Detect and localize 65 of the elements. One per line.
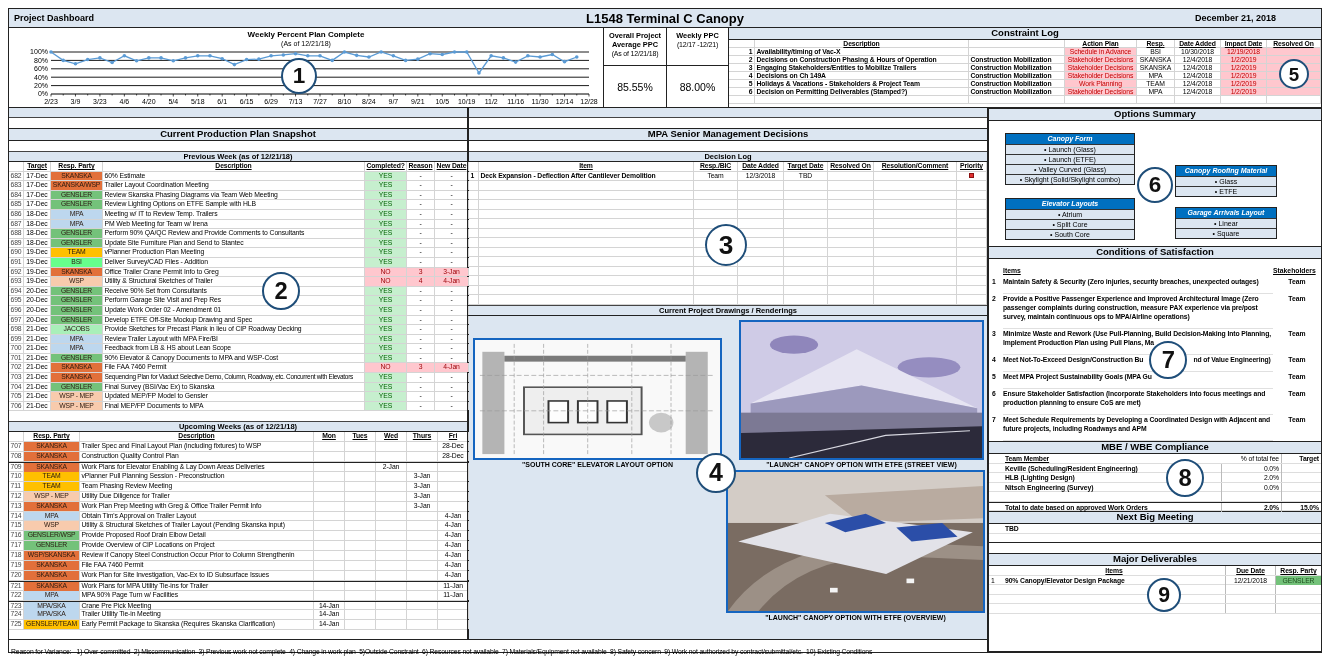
data-point bbox=[208, 54, 212, 58]
section-header: Conditions of Satisfaction bbox=[989, 246, 1321, 259]
section-header: Options Summary bbox=[989, 108, 1321, 121]
dashboard-label: Project Dashboard bbox=[14, 13, 96, 23]
data-point bbox=[73, 61, 78, 66]
callout-number: 1 bbox=[281, 58, 317, 94]
data-point bbox=[281, 53, 286, 57]
data-point bbox=[403, 58, 408, 63]
data-point bbox=[61, 58, 66, 63]
data-point bbox=[183, 56, 188, 60]
data-point bbox=[134, 59, 139, 63]
section-header: Major Deliverables bbox=[989, 553, 1321, 567]
data-point bbox=[428, 51, 432, 56]
section-header: Current Production Plan Snapshot bbox=[9, 128, 467, 141]
data-point bbox=[416, 57, 420, 61]
data-point bbox=[195, 54, 200, 58]
section-header: Next Big Meeting bbox=[989, 511, 1321, 525]
data-point bbox=[391, 54, 396, 58]
data-point bbox=[244, 57, 249, 62]
data-point bbox=[122, 54, 127, 58]
report-date: December 21, 2018 bbox=[1194, 13, 1276, 23]
callout-number: 4 bbox=[696, 452, 736, 493]
data-point bbox=[440, 52, 445, 57]
data-point bbox=[220, 56, 224, 61]
section-header: MBE / WBE Compliance bbox=[989, 441, 1321, 455]
data-point bbox=[477, 71, 481, 75]
data-point bbox=[159, 56, 163, 60]
metric-value: 88.00% bbox=[679, 80, 716, 93]
data-point bbox=[574, 55, 579, 59]
data-point bbox=[489, 54, 493, 58]
data-point bbox=[342, 50, 347, 54]
data-point bbox=[305, 54, 310, 58]
data-point bbox=[269, 54, 273, 58]
data-point bbox=[49, 50, 53, 54]
callout-number: 8 bbox=[1166, 459, 1204, 498]
data-point bbox=[85, 57, 90, 62]
metric-value: 85.55% bbox=[617, 80, 653, 93]
data-point bbox=[293, 51, 298, 56]
data-point bbox=[330, 58, 335, 63]
chart-title: Weekly Percent Plan Complete bbox=[247, 30, 365, 39]
data-point bbox=[318, 54, 322, 58]
data-point bbox=[367, 55, 371, 59]
section-header: Constraint Log bbox=[729, 28, 1321, 40]
callout-number: 2 bbox=[262, 272, 300, 310]
callout-number: 6 bbox=[1137, 167, 1173, 203]
data-point bbox=[538, 55, 542, 59]
data-point bbox=[147, 56, 151, 60]
project-title: L1548 Terminal C Canopy bbox=[586, 10, 744, 26]
data-point bbox=[452, 50, 457, 54]
section-header: MPA Senior Management Decisions bbox=[469, 128, 987, 141]
data-point bbox=[171, 59, 176, 63]
data-point bbox=[98, 56, 102, 60]
data-point bbox=[464, 50, 469, 54]
data-point bbox=[526, 54, 530, 58]
data-point bbox=[501, 56, 506, 60]
callout-number: 3 bbox=[705, 224, 747, 266]
data-point bbox=[562, 59, 567, 64]
data-point bbox=[110, 60, 114, 65]
data-point bbox=[257, 57, 261, 61]
callout-number: 9 bbox=[1147, 578, 1181, 613]
data-point bbox=[379, 50, 383, 54]
data-point bbox=[513, 60, 518, 64]
data-point bbox=[550, 52, 555, 57]
data-point bbox=[354, 53, 359, 58]
data-point bbox=[232, 62, 237, 67]
